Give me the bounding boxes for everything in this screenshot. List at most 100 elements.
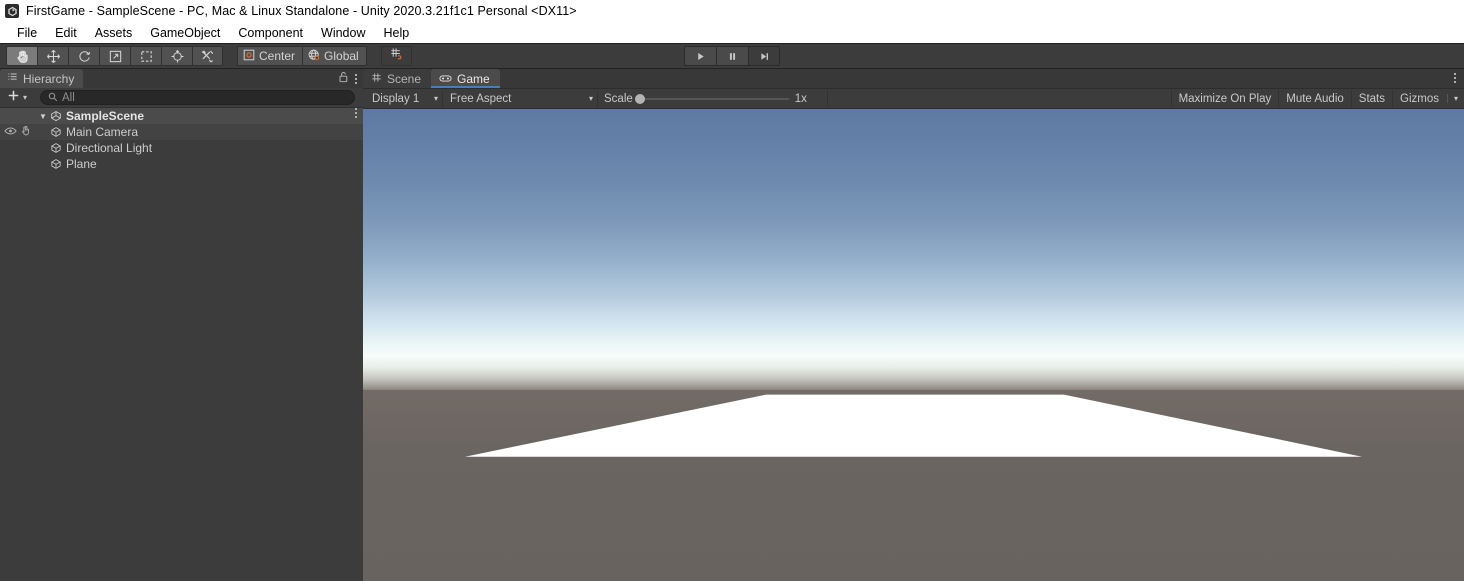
globe-icon xyxy=(307,48,321,65)
handle-orientation-label: Global xyxy=(324,49,359,63)
hierarchy-item-label: Directional Light xyxy=(66,141,153,155)
gizmos-toggle[interactable]: Gizmos ▾ xyxy=(1392,90,1462,107)
aspect-dropdown-label: Free Aspect xyxy=(450,92,512,105)
game-viewport[interactable] xyxy=(363,109,1464,581)
create-caret-icon: ▾ xyxy=(23,93,28,102)
hierarchy-tree: ▼ SampleScene Main Camera Directional Li… xyxy=(0,108,363,581)
game-panel: Scene Game Display 1 ▾ Free Aspect ▾ Sca… xyxy=(363,69,1464,581)
tab-scene[interactable]: Scene xyxy=(363,69,432,88)
mute-audio-label: Mute Audio xyxy=(1286,92,1344,105)
hierarchy-search-input[interactable]: All xyxy=(40,90,355,105)
menu-gameobject[interactable]: GameObject xyxy=(141,23,229,43)
menu-window[interactable]: Window xyxy=(312,23,374,43)
hierarchy-item-label: Plane xyxy=(66,157,97,171)
pivot-mode-button[interactable]: Center xyxy=(237,46,303,66)
main-camera-visibility-cell xyxy=(0,125,36,139)
scale-label: Scale xyxy=(604,92,633,105)
pivot-center-icon xyxy=(242,48,256,65)
lock-open-icon[interactable] xyxy=(338,70,349,88)
chevron-down-icon: ▾ xyxy=(588,94,593,103)
scale-tool-button[interactable] xyxy=(99,46,130,66)
tab-scene-label: Scene xyxy=(387,71,422,86)
transform-tool-button[interactable] xyxy=(161,46,192,66)
scene-foldout-arrow[interactable]: ▼ xyxy=(36,112,50,121)
play-controls-group xyxy=(684,46,780,66)
hierarchy-icon xyxy=(7,72,18,86)
chevron-down-icon: ▾ xyxy=(433,94,438,103)
game-tab-row: Scene Game xyxy=(363,69,1464,88)
window-title-text: FirstGame - SampleScene - PC, Mac & Linu… xyxy=(26,4,577,18)
play-button[interactable] xyxy=(684,46,716,66)
stats-label: Stats xyxy=(1358,92,1385,105)
scene-context-menu-icon[interactable] xyxy=(355,108,357,124)
menu-help[interactable]: Help xyxy=(374,23,418,43)
hierarchy-menu-icon[interactable] xyxy=(355,73,357,84)
tab-game[interactable]: Game xyxy=(431,69,500,88)
unity-logo-icon xyxy=(5,4,19,18)
display-dropdown-label: Display 1 xyxy=(372,92,420,105)
game-view-toolbar: Display 1 ▾ Free Aspect ▾ Scale 1x Maxim… xyxy=(363,88,1464,109)
handle-orientation-button[interactable]: Global xyxy=(302,46,367,66)
hierarchy-item-main-camera[interactable]: Main Camera xyxy=(0,124,363,140)
menu-assets[interactable]: Assets xyxy=(86,23,142,43)
hierarchy-tab-tools xyxy=(338,69,363,88)
hierarchy-search-placeholder: All xyxy=(62,91,75,104)
hand-pointer-icon[interactable] xyxy=(20,125,31,139)
grid-snapping-button[interactable] xyxy=(380,46,412,66)
custom-editor-tool-button[interactable] xyxy=(192,46,223,66)
move-tool-button[interactable] xyxy=(37,46,68,66)
menu-component[interactable]: Component xyxy=(229,23,312,43)
hand-tool-button[interactable] xyxy=(6,46,37,66)
gameobject-cube-icon xyxy=(50,158,62,170)
rect-transform-tool-button[interactable] xyxy=(130,46,161,66)
hierarchy-tab-row: Hierarchy xyxy=(0,69,363,88)
scale-slider[interactable] xyxy=(634,93,789,104)
scene-grid-icon xyxy=(371,72,382,86)
gamepad-icon xyxy=(439,72,452,86)
aspect-dropdown[interactable]: Free Aspect ▾ xyxy=(443,90,598,107)
game-panel-menu-icon[interactable] xyxy=(1454,73,1456,83)
search-icon xyxy=(48,89,58,107)
hierarchy-scene-label: SampleScene xyxy=(66,109,145,123)
chevron-down-icon: ▾ xyxy=(1446,94,1458,103)
hierarchy-item-directional-light[interactable]: Directional Light xyxy=(0,140,363,156)
plus-icon xyxy=(7,89,20,107)
hierarchy-scene-row[interactable]: ▼ SampleScene xyxy=(0,108,363,124)
maximize-on-play-label: Maximize On Play xyxy=(1178,92,1272,105)
hierarchy-panel: Hierarchy ▾ All ▼ SampleScene Main Camer… xyxy=(0,69,363,581)
gameobject-cube-icon xyxy=(50,126,62,138)
eye-icon[interactable] xyxy=(4,125,17,139)
maximize-on-play-toggle[interactable]: Maximize On Play xyxy=(1170,90,1279,107)
unity-scene-icon xyxy=(50,110,62,122)
stats-toggle[interactable]: Stats xyxy=(1350,90,1392,107)
menu-bar: File Edit Assets GameObject Component Wi… xyxy=(0,23,1464,43)
tab-hierarchy[interactable]: Hierarchy xyxy=(0,69,84,88)
hierarchy-item-plane[interactable]: Plane xyxy=(0,156,363,172)
rotate-tool-button[interactable] xyxy=(68,46,99,66)
hierarchy-toolbar: ▾ All xyxy=(0,88,363,108)
pivot-mode-label: Center xyxy=(259,49,296,63)
transform-tools-group xyxy=(6,46,223,66)
scale-value: 1x xyxy=(794,92,807,105)
display-dropdown[interactable]: Display 1 ▾ xyxy=(365,90,443,107)
main-toolbar: Center Global xyxy=(0,43,1464,69)
plane-mesh xyxy=(465,394,1362,457)
scale-slider-knob[interactable] xyxy=(634,93,645,104)
menu-edit[interactable]: Edit xyxy=(46,23,86,43)
editor-body: Hierarchy ▾ All ▼ SampleScene Main Camer… xyxy=(0,69,1464,581)
hierarchy-item-label: Main Camera xyxy=(66,125,139,139)
scale-slider-group: Scale 1x xyxy=(598,90,828,107)
window-title-bar: FirstGame - SampleScene - PC, Mac & Linu… xyxy=(0,0,1464,23)
gizmos-label: Gizmos xyxy=(1400,92,1439,105)
pause-button[interactable] xyxy=(716,46,748,66)
grid-snap-icon xyxy=(389,46,404,66)
tab-game-label: Game xyxy=(457,71,490,86)
gameobject-cube-icon xyxy=(50,142,62,154)
create-gameobject-button[interactable]: ▾ xyxy=(4,89,30,107)
step-button[interactable] xyxy=(748,46,780,66)
menu-file[interactable]: File xyxy=(8,23,46,43)
pivot-handle-group: Center Global xyxy=(237,46,367,66)
game-toolbar-right: Maximize On Play Mute Audio Stats Gizmos… xyxy=(1170,90,1462,107)
tab-hierarchy-label: Hierarchy xyxy=(23,71,75,86)
mute-audio-toggle[interactable]: Mute Audio xyxy=(1278,90,1351,107)
